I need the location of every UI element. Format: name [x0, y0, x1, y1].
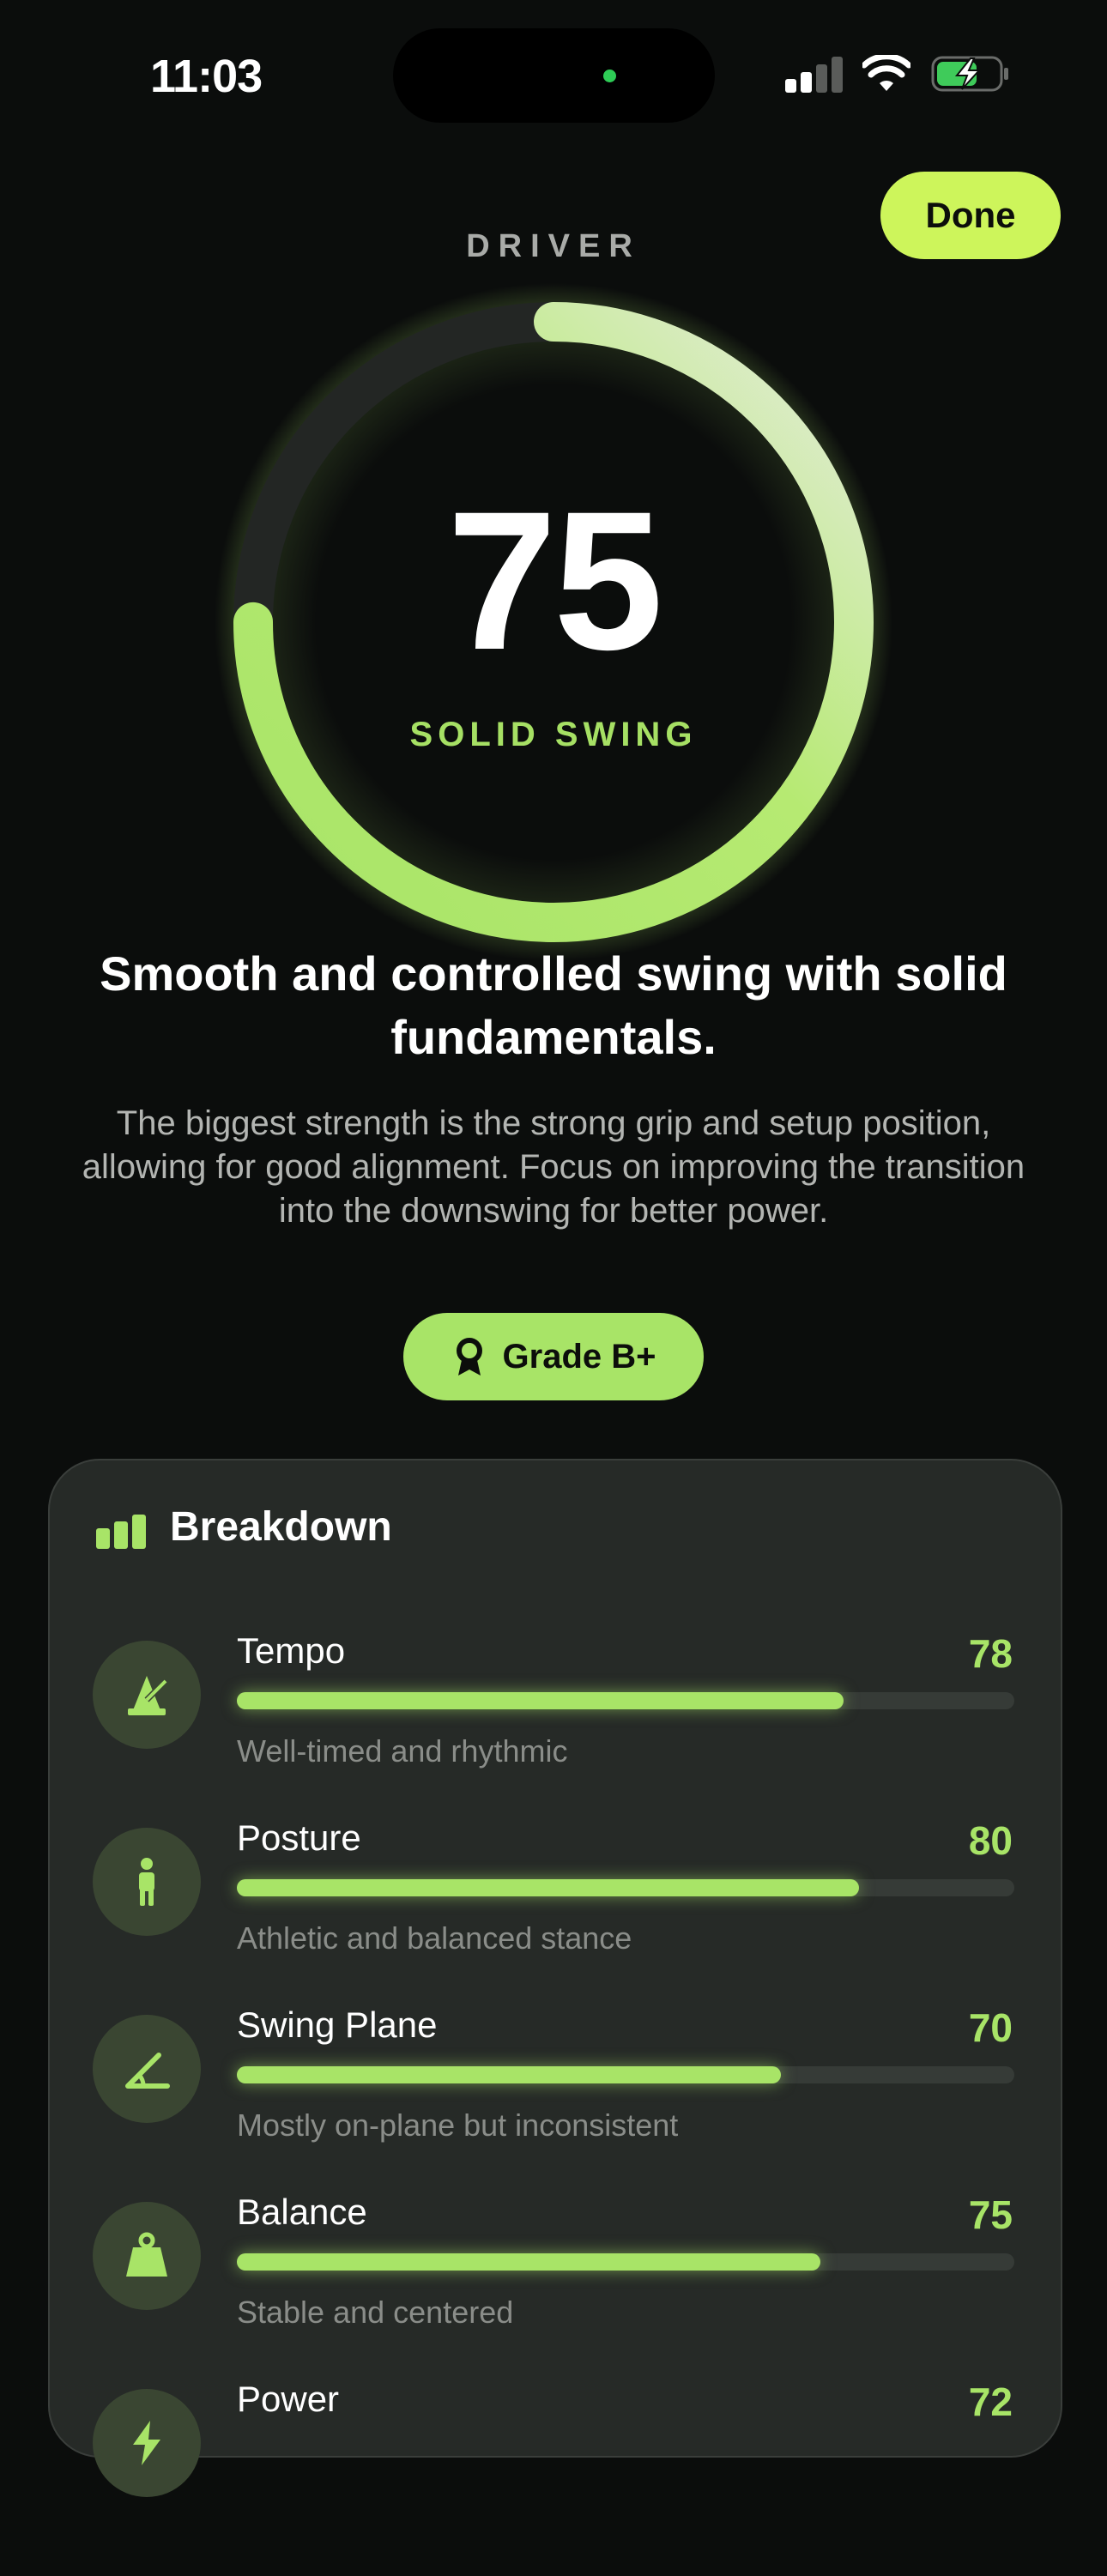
metric-progress-fill [237, 1692, 844, 1709]
battery-charging-icon [931, 56, 1008, 92]
status-time: 11:03 [150, 51, 263, 102]
metric-progress-track [237, 1692, 1014, 1709]
metric-value: 72 [968, 2379, 1013, 2424]
cellular-signal-icon [785, 57, 844, 93]
metric-progress-fill [237, 2253, 820, 2271]
metric-icon-circle [93, 1641, 201, 1749]
breakdown-row-power[interactable]: Power 72 [0, 2379, 1107, 2576]
metric-value: 80 [968, 1818, 1013, 1863]
score-value: 75 [447, 470, 663, 691]
metric-progress-track [237, 1879, 1014, 1896]
metric-value: 75 [968, 2192, 1013, 2237]
angle-icon [125, 2053, 170, 2089]
swing-headline: Smooth and controlled swing with solid f… [100, 946, 1007, 1064]
metric-name: Power [237, 2379, 340, 2419]
metric-icon-circle [93, 2202, 201, 2310]
metric-value: 78 [968, 1631, 1013, 1676]
breakdown-row-posture[interactable]: Posture 80 Athletic and balanced stance [0, 1817, 1107, 2015]
breakdown-row-balance[interactable]: Balance 75 Stable and centered [0, 2192, 1107, 2389]
wifi-icon [862, 55, 910, 91]
grade-badge[interactable]: Grade B+ [403, 1313, 704, 1400]
metric-name: Balance [237, 2192, 367, 2232]
camera-indicator-dot [603, 70, 616, 82]
award-ribbon-icon [456, 1338, 482, 1376]
breakdown-row-tempo[interactable]: Tempo 78 Well-timed and rhythmic [0, 1630, 1107, 1828]
dynamic-island [393, 28, 715, 123]
metric-icon-circle [93, 2389, 201, 2497]
metric-progress-fill [237, 2066, 782, 2083]
swing-summary: The biggest strength is the strong grip … [82, 1104, 1025, 1230]
bolt-icon [133, 2421, 160, 2465]
weight-icon [126, 2232, 167, 2277]
metric-description: Well-timed and rhythmic [237, 1733, 568, 1769]
metric-name: Swing Plane [237, 2005, 438, 2045]
person-standing-icon [139, 1858, 154, 1906]
score-label: SOLID SWING [409, 716, 698, 753]
metric-description: Stable and centered [237, 2295, 514, 2330]
metric-progress-track [237, 2066, 1014, 2083]
breakdown-row-swing-plane[interactable]: Swing Plane 70 Mostly on-plane but inconsi… [0, 2005, 1107, 2202]
metric-name: Posture [237, 1817, 361, 1858]
club-label: DRIVER [466, 228, 641, 264]
bar-chart-icon [96, 1515, 146, 1549]
metric-icon-circle [93, 1828, 201, 1936]
metric-value: 70 [968, 2005, 1013, 2050]
grade-label: Grade B+ [502, 1337, 656, 1376]
metric-progress-track [237, 2253, 1014, 2271]
metric-icon-circle [93, 2015, 201, 2123]
metric-progress-fill [237, 1879, 859, 1896]
breakdown-title: Breakdown [170, 1504, 392, 1550]
metric-description: Mostly on-plane but inconsistent [237, 2107, 679, 2143]
metronome-icon [128, 1676, 168, 1715]
metric-description: Athletic and balanced stance [237, 1920, 632, 1956]
metric-name: Tempo [237, 1630, 346, 1671]
